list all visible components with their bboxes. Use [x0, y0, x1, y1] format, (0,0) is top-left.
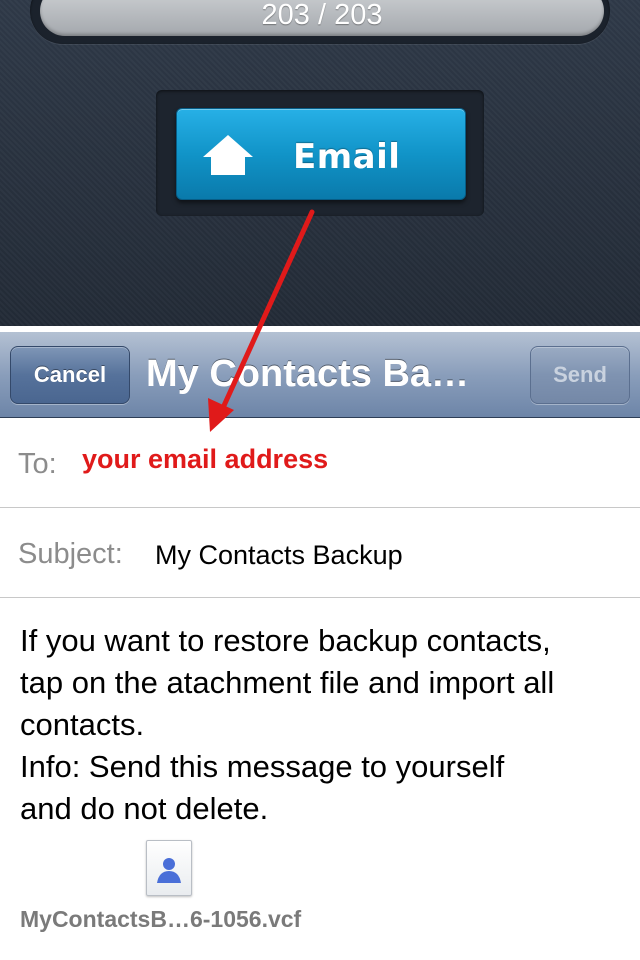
- body-line: tap on the atachment file and import all: [20, 665, 555, 700]
- email-button[interactable]: Email: [176, 108, 466, 200]
- to-field[interactable]: To: your email address: [0, 418, 640, 508]
- message-body[interactable]: If you want to restore backup contacts, …: [20, 620, 630, 830]
- app-top-panel: 203 / 203 Email: [0, 0, 640, 326]
- body-line: and do not delete.: [20, 791, 269, 826]
- person-icon: [157, 858, 181, 883]
- send-button[interactable]: Send: [530, 346, 630, 404]
- contact-card-icon[interactable]: [146, 840, 192, 896]
- body-line: contacts.: [20, 707, 145, 742]
- attachment-filename[interactable]: MyContactsB…6-1056.vcf: [20, 906, 301, 933]
- to-label: To:: [18, 448, 57, 480]
- subject-field[interactable]: Subject: My Contacts Backup: [0, 508, 640, 598]
- to-annotation-text: your email address: [82, 444, 329, 474]
- compose-title: My Contacts Ba…: [146, 353, 470, 395]
- compose-navbar: Cancel My Contacts Ba… Send: [0, 332, 640, 418]
- subject-value: My Contacts Backup: [155, 540, 403, 570]
- subject-label: Subject:: [18, 538, 123, 570]
- body-line: Info: Send this message to yourself: [20, 749, 505, 784]
- contacts-counter: 203 / 203: [40, 0, 604, 36]
- body-line: If you want to restore backup contacts,: [20, 623, 551, 658]
- cancel-button[interactable]: Cancel: [10, 346, 130, 404]
- email-button-label: Email: [293, 137, 401, 177]
- home-icon: [203, 135, 253, 175]
